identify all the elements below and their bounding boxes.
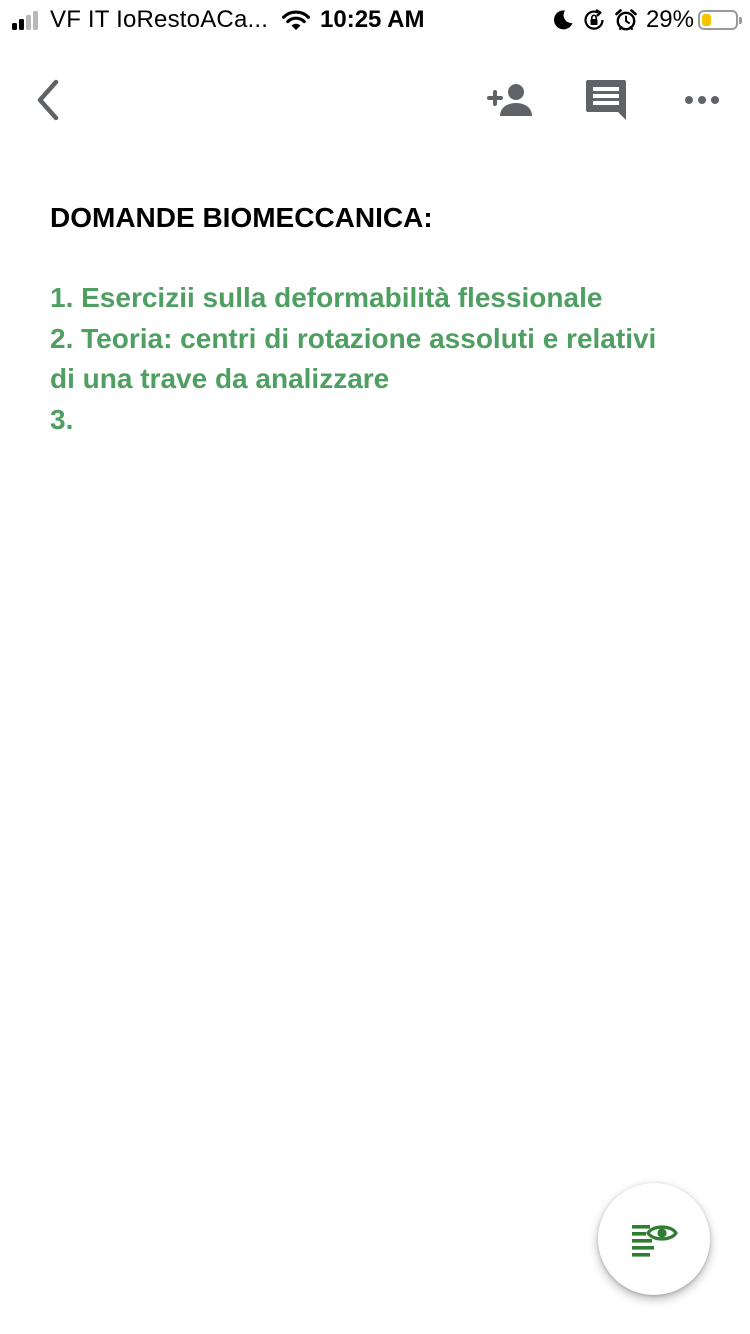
comment-button[interactable] [574,60,638,140]
document-title: DOMANDE BIOMECCANICA: [50,202,433,233]
wifi-icon [282,10,311,30]
document-line: di una trave da analizzare [50,363,390,395]
add-person-icon [487,84,532,116]
comment-icon [586,80,626,120]
orientation-lock-icon [584,9,604,30]
signal-icon [12,10,40,30]
moon-icon [553,10,573,30]
status-time: 10:25 AM [320,6,425,33]
back-arrow-icon [37,79,59,121]
back-button[interactable] [16,60,80,140]
battery-percent: 29% [645,6,694,33]
carrier-name: VF IT IoRestoACa... [50,6,269,33]
document-toolbar [0,60,750,140]
view-mode-eye-icon [632,1225,678,1257]
document-line: 3. [50,403,74,435]
view-mode-button[interactable] [598,1183,710,1295]
add-person-button[interactable] [478,60,542,140]
alarm-icon [615,9,637,31]
status-bar: VF IT IoRestoACa... 10:25 AM 29% [0,0,750,40]
status-right: 29% [544,6,742,34]
document-body: DOMANDE BIOMECCANICA: 1. Esercizii sulla… [50,196,710,440]
document-line: 2. Teoria: centri di rotazione assoluti … [50,322,657,354]
status-left: VF IT IoRestoACa... [12,6,312,34]
battery-level-fill [702,14,711,26]
more-dots-icon [685,96,719,104]
more-options-button[interactable] [670,60,734,140]
battery-icon [698,10,742,30]
document-line: 1. Esercizii sulla deformabilità flessio… [50,282,603,313]
